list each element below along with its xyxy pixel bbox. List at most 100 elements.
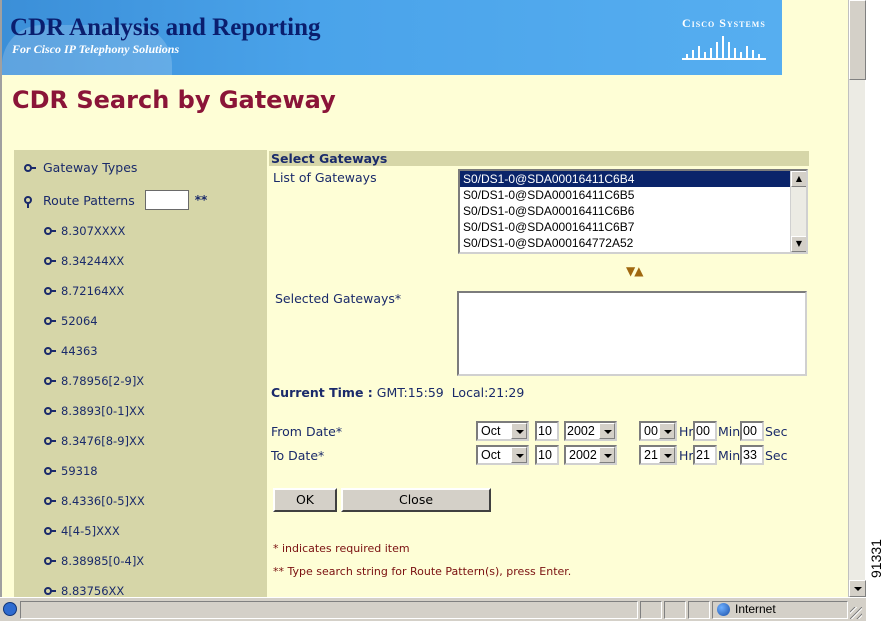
- nav-gateway-types-label: Gateway Types: [43, 160, 138, 175]
- current-time: Current Time : GMT:15:59 Local:21:29: [271, 385, 524, 400]
- route-pattern-search-input[interactable]: [144, 190, 189, 210]
- route-pattern-label: 8.4336[0-5]XX: [61, 494, 145, 508]
- nav-gateway-types[interactable]: Gateway Types: [24, 160, 137, 175]
- to-month-select[interactable]: Oct: [476, 445, 529, 465]
- route-pattern-item[interactable]: 8.72164XX: [44, 284, 124, 298]
- cisco-logo: Cisco Systems: [674, 12, 774, 68]
- route-pattern-label: 8.78956[2-9]X: [61, 374, 145, 388]
- route-pattern-label: 8.38985[0-4]X: [61, 554, 145, 568]
- chevron-down-icon[interactable]: [659, 423, 675, 439]
- collapsed-node-icon: [44, 436, 57, 446]
- route-pattern-item[interactable]: 44363: [44, 344, 98, 358]
- chevron-down-icon[interactable]: [511, 423, 527, 439]
- from-hour-select[interactable]: 00: [639, 421, 677, 441]
- hour-unit-label: Hr: [679, 448, 694, 463]
- page-banner: CDR Analysis and Reporting For Cisco IP …: [2, 0, 782, 75]
- selected-gateways-label: Selected Gateways*: [275, 291, 402, 306]
- route-pattern-label: 8.83756XX: [61, 584, 125, 597]
- section-header: Select Gateways: [269, 151, 809, 166]
- gateway-option[interactable]: S0/DS1-0@SDA00016411C6B5: [460, 187, 806, 203]
- banner-title: CDR Analysis and Reporting: [10, 14, 321, 41]
- nav-route-patterns: Route Patterns **: [24, 190, 207, 210]
- from-minute-field[interactable]: 00: [693, 421, 717, 441]
- minute-unit-label: Min: [718, 424, 741, 439]
- to-minute-field[interactable]: 21: [693, 445, 717, 465]
- chevron-down-icon[interactable]: [599, 423, 615, 439]
- to-hour-select[interactable]: 21: [639, 445, 677, 465]
- route-pattern-label: 59318: [61, 464, 98, 478]
- status-cell: [688, 601, 710, 619]
- page-title: CDR Search by Gateway: [12, 86, 336, 114]
- gateway-option[interactable]: S0/DS1-0@SDA00016411C6B4: [460, 171, 790, 187]
- chevron-down-icon[interactable]: [659, 447, 675, 463]
- list-of-gateways-label: List of Gateways: [273, 170, 377, 185]
- collapsed-node-icon: [44, 346, 57, 356]
- from-year-select[interactable]: 2002: [564, 421, 617, 441]
- route-pattern-item[interactable]: 8.38985[0-4]X: [44, 554, 144, 568]
- route-pattern-item[interactable]: 8.3476[8-9]XX: [44, 434, 145, 448]
- route-pattern-label: 4[4-5]XXX: [61, 524, 120, 538]
- minute-unit-label: Min: [718, 448, 741, 463]
- page-vertical-scrollbar[interactable]: [848, 0, 866, 597]
- scroll-down-icon[interactable]: ▼: [791, 236, 806, 252]
- route-pattern-label: 8.34244XX: [61, 254, 125, 268]
- route-pattern-item[interactable]: 8.3893[0-1]XX: [44, 404, 145, 418]
- collapsed-node-icon: [44, 496, 57, 506]
- gateway-list-scrollbar[interactable]: ▲ ▼: [790, 171, 806, 252]
- local-time: Local:21:29: [451, 385, 525, 400]
- collapsed-node-icon: [44, 226, 57, 236]
- move-down-icon[interactable]: ▼: [626, 264, 635, 278]
- left-nav-panel: Gateway Types Route Patterns ** 8.307XXX…: [14, 150, 267, 597]
- route-pattern-label: 8.307XXXX: [61, 224, 126, 238]
- selected-gateways-listbox[interactable]: [457, 291, 807, 376]
- to-second-field[interactable]: 33: [740, 445, 764, 465]
- route-pattern-label: 8.3476[8-9]XX: [61, 434, 145, 448]
- collapsed-node-icon: [44, 286, 57, 296]
- chevron-down-icon[interactable]: [599, 447, 615, 463]
- to-day-field[interactable]: 10: [535, 445, 559, 465]
- from-second-field[interactable]: 00: [740, 421, 764, 441]
- scroll-down-icon[interactable]: [849, 580, 866, 597]
- collapsed-node-icon: [44, 376, 57, 386]
- collapsed-node-icon: [44, 316, 57, 326]
- route-pattern-item[interactable]: 8.4336[0-5]XX: [44, 494, 145, 508]
- from-month-select[interactable]: Oct: [476, 421, 529, 441]
- page-status-icon: [3, 602, 17, 616]
- route-pattern-label: 8.3893[0-1]XX: [61, 404, 145, 418]
- globe-icon: [717, 603, 730, 616]
- scroll-up-icon[interactable]: ▲: [791, 171, 806, 187]
- figure-id: 91331: [868, 539, 884, 578]
- gateway-option[interactable]: S0/DS1-0@SDA00016411C6B7: [460, 219, 806, 235]
- route-pattern-item[interactable]: 59318: [44, 464, 98, 478]
- scrollbar-thumb[interactable]: [849, 0, 866, 80]
- to-hour-value: 21: [644, 448, 658, 462]
- route-pattern-item[interactable]: 8.307XXXX: [44, 224, 125, 238]
- gmt-time: GMT:15:59: [376, 385, 444, 400]
- status-text-cell: [20, 601, 638, 619]
- to-year-value: 2002: [569, 448, 597, 462]
- route-pattern-item[interactable]: 4[4-5]XXX: [44, 524, 120, 538]
- nav-route-patterns-label[interactable]: Route Patterns: [43, 193, 135, 208]
- gateway-listbox[interactable]: S0/DS1-0@SDA00016411C6B4 S0/DS1-0@SDA000…: [458, 169, 808, 254]
- from-date-label: From Date*: [271, 424, 343, 439]
- hour-unit-label: Hr: [679, 424, 694, 439]
- collapsed-node-icon: [44, 256, 57, 266]
- move-gateway-controls: ▼▲: [626, 264, 643, 278]
- zone-cell: [712, 601, 848, 619]
- move-up-icon[interactable]: ▲: [634, 264, 643, 278]
- collapsed-node-icon: [44, 406, 57, 416]
- gateway-option[interactable]: S0/DS1-0@SDA000164772A52: [460, 235, 806, 251]
- route-pattern-item[interactable]: 8.78956[2-9]X: [44, 374, 144, 388]
- route-pattern-marker: **: [194, 193, 208, 207]
- route-pattern-item[interactable]: 8.83756XX: [44, 584, 124, 597]
- close-button[interactable]: Close: [341, 488, 491, 512]
- ok-button[interactable]: OK: [273, 488, 337, 512]
- from-day-field[interactable]: 10: [535, 421, 559, 441]
- resize-grip-icon[interactable]: [850, 607, 862, 619]
- current-time-label: Current Time :: [271, 385, 373, 400]
- to-year-select[interactable]: 2002: [564, 445, 617, 465]
- gateway-option[interactable]: S0/DS1-0@SDA00016411C6B6: [460, 203, 806, 219]
- chevron-down-icon[interactable]: [511, 447, 527, 463]
- route-pattern-item[interactable]: 8.34244XX: [44, 254, 124, 268]
- route-pattern-item[interactable]: 52064: [44, 314, 98, 328]
